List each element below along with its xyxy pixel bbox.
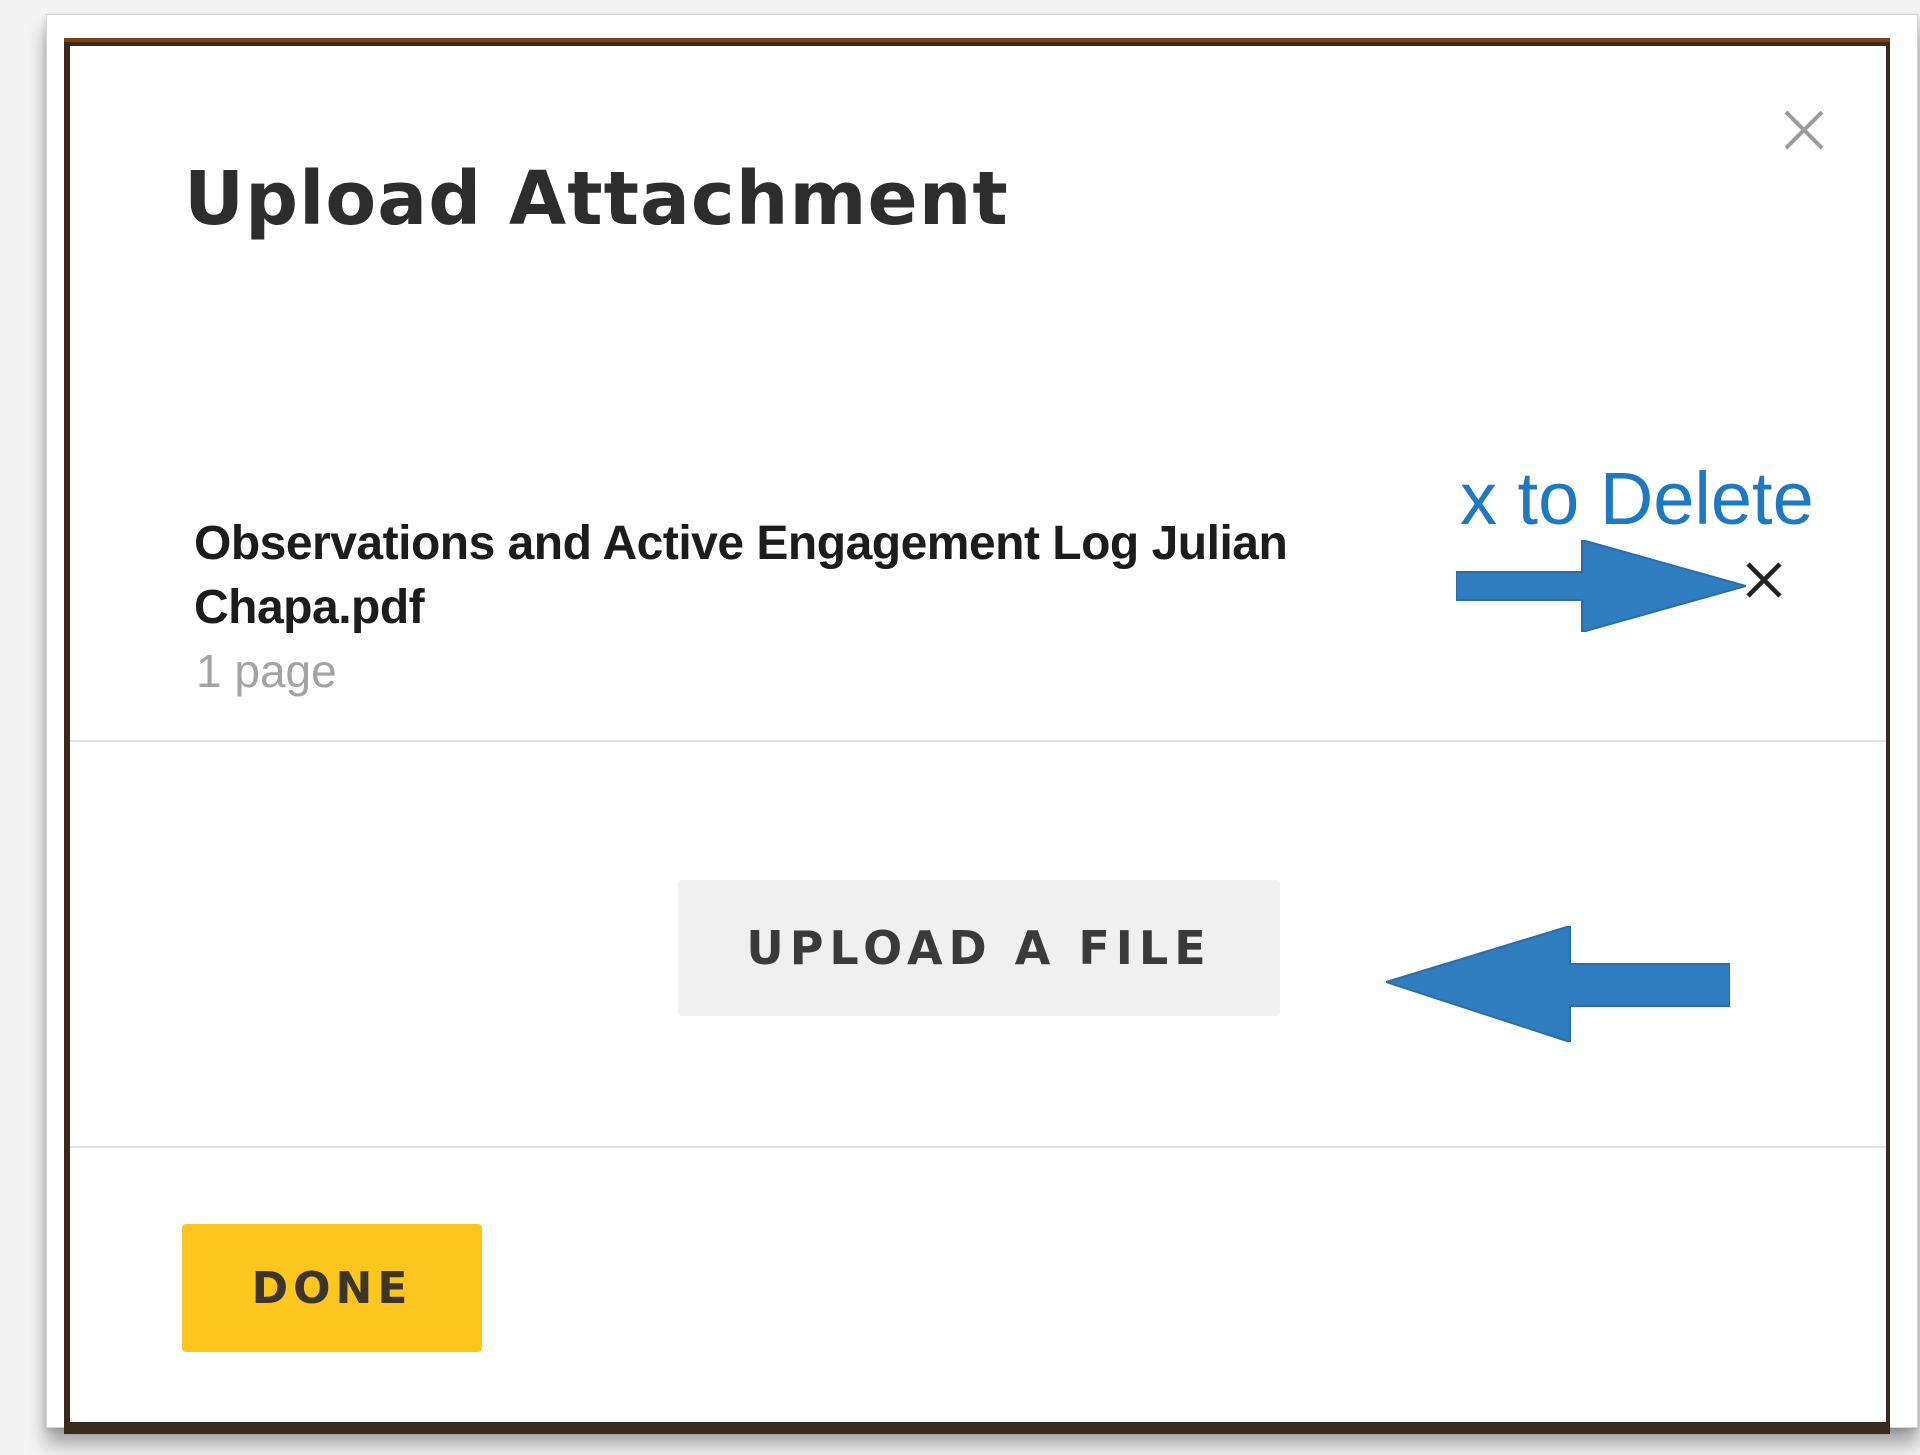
- attachment-file-name: Observations and Active Engagement Log J…: [194, 517, 1288, 634]
- close-icon[interactable]: [1780, 106, 1828, 154]
- dialog-title: Upload Attachment: [184, 156, 1009, 242]
- arrow-left-icon: [1386, 926, 1730, 1042]
- upload-file-button[interactable]: UPLOAD A FILE: [678, 880, 1280, 1016]
- done-button[interactable]: DONE: [182, 1224, 482, 1352]
- divider: [70, 1146, 1886, 1148]
- delete-attachment-icon[interactable]: [1740, 556, 1788, 604]
- arrow-right-icon: [1456, 540, 1746, 632]
- divider: [70, 740, 1886, 742]
- screenshot-stage: Upload Attachment Observations and Activ…: [0, 0, 1920, 1455]
- attachment-page-count: 1 page: [196, 645, 337, 697]
- delete-hint-annotation: x to Delete: [1460, 457, 1814, 540]
- upload-attachment-dialog: Upload Attachment Observations and Activ…: [70, 46, 1886, 1422]
